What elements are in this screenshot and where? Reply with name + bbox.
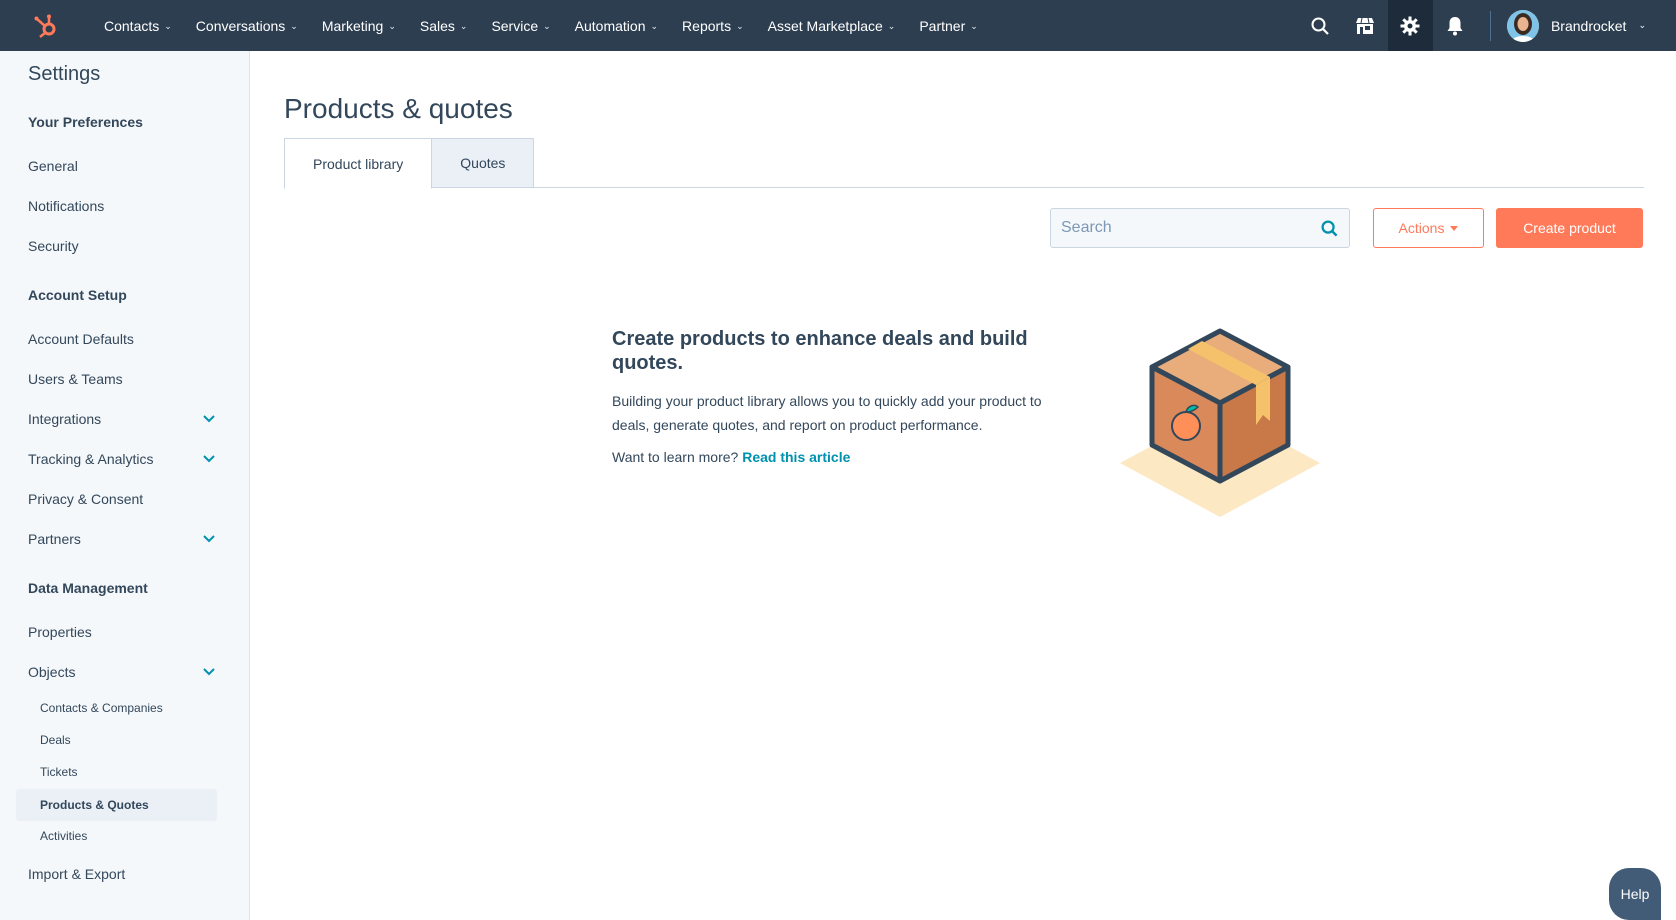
sidebar-subitem-tickets[interactable]: Tickets [40,765,78,779]
nav-partner[interactable]: Partner ⌄ [907,0,989,51]
gear-icon[interactable] [1387,0,1433,51]
sidebar-item-users-teams[interactable]: Users & Teams [28,371,216,387]
account-name: Brandrocket [1550,17,1627,34]
sidebar-subitem-contacts-companies[interactable]: Contacts & Companies [40,701,163,715]
tab-quotes[interactable]: Quotes [432,138,535,188]
caret-down-icon [1450,225,1459,231]
chevron-down-icon: ⌄ [650,21,659,31]
sidebar-item-tracking-analytics[interactable]: Tracking & Analytics [28,451,216,467]
account-menu[interactable]: Brandrocket ⌄ [1506,9,1676,42]
sidebar-item-notifications[interactable]: Notifications [28,198,216,214]
chevron-down-icon: ⌄ [459,21,468,31]
bell-icon[interactable] [1433,0,1478,51]
actions-button[interactable]: Actions [1373,208,1484,248]
search-icon[interactable] [1298,0,1343,51]
nav-divider [1489,10,1491,41]
chevron-down-icon[interactable] [202,532,216,546]
learn-more-text: Want to learn more? Read this article [612,449,1062,465]
sidebar-item-properties[interactable]: Properties [28,624,216,640]
chevron-down-icon: ⌄ [736,21,744,31]
chevron-down-icon: ⌄ [1638,20,1646,30]
marketplace-icon[interactable] [1343,0,1388,51]
chevron-down-icon: ⌄ [388,21,396,31]
chevron-down-icon[interactable] [202,412,216,426]
chevron-down-icon: ⌄ [543,21,551,31]
nav-automation[interactable]: Automation ⌄ [563,0,670,51]
nav-conversations[interactable]: Conversations ⌄ [184,0,310,51]
sidebar-item-objects[interactable]: Objects [28,664,216,680]
empty-state-title: Create products to enhance deals and bui… [612,328,1028,374]
nav-utilities: Brandrocket ⌄ [1298,0,1676,51]
page-title: Products & quotes [284,93,513,124]
sidebar-item-privacy-consent[interactable]: Privacy & Consent [28,491,216,507]
settings-sidebar: Settings Your Preferences General Notifi… [0,51,250,920]
nav-asset-marketplace[interactable]: Asset Marketplace ⌄ [756,0,908,51]
search-field [1050,208,1350,248]
sidebar-item-security[interactable]: Security [28,238,216,254]
section-your-preferences: Your Preferences [28,114,143,130]
avatar [1506,9,1539,42]
search-input[interactable] [1051,209,1309,247]
hubspot-logo-icon[interactable] [30,10,62,42]
nav-sales[interactable]: Sales ⌄ [408,0,480,51]
main-content: Products & quotes Product library Quotes… [250,51,1676,920]
sidebar-item-account-defaults[interactable]: Account Defaults [28,331,216,347]
section-data-management: Data Management [28,580,148,596]
tab-bar: Product library Quotes [284,138,1644,189]
section-account-setup: Account Setup [28,287,127,303]
sidebar-item-import-export[interactable]: Import & Export [28,866,216,882]
actions-label: Actions [1398,220,1445,236]
box-illustration [1110,321,1330,521]
nav-reports[interactable]: Reports ⌄ [670,0,756,51]
nav-contacts[interactable]: Contacts ⌄ [92,0,184,51]
chevron-down-icon[interactable] [202,452,216,466]
nav-marketing[interactable]: Marketing ⌄ [310,0,408,51]
chevron-down-icon[interactable] [202,665,216,679]
chevron-down-icon: ⌄ [887,21,896,31]
sidebar-item-general[interactable]: General [28,158,216,174]
empty-state-text: Building your product library allows you… [612,393,1042,433]
chevron-down-icon: ⌄ [164,21,172,31]
read-article-link[interactable]: Read this article [742,449,850,465]
help-button[interactable]: Help [1609,868,1661,920]
sidebar-subitem-products-quotes[interactable]: Products & Quotes [16,789,217,821]
main-menu: Contacts ⌄ Conversations ⌄ Marketing ⌄ Sale… [92,0,990,51]
nav-service[interactable]: Service ⌄ [479,0,562,51]
tab-product-library[interactable]: Product library [284,138,433,189]
chevron-down-icon: ⌄ [970,21,978,31]
top-navigation: Contacts ⌄ Conversations ⌄ Marketing ⌄ Sale… [0,0,1676,51]
empty-state: Create products to enhance deals and bui… [612,327,1062,465]
sidebar-title: Settings [28,63,101,85]
chevron-down-icon: ⌄ [290,21,298,31]
create-product-button[interactable]: Create product [1496,208,1643,248]
sidebar-subitem-activities[interactable]: Activities [40,829,87,843]
sidebar-item-integrations[interactable]: Integrations [28,411,216,427]
sidebar-subitem-deals[interactable]: Deals [40,733,71,747]
learn-more-prefix: Want to learn more? [612,449,743,465]
search-icon[interactable] [1309,219,1349,237]
sidebar-item-partners[interactable]: Partners [28,531,216,547]
